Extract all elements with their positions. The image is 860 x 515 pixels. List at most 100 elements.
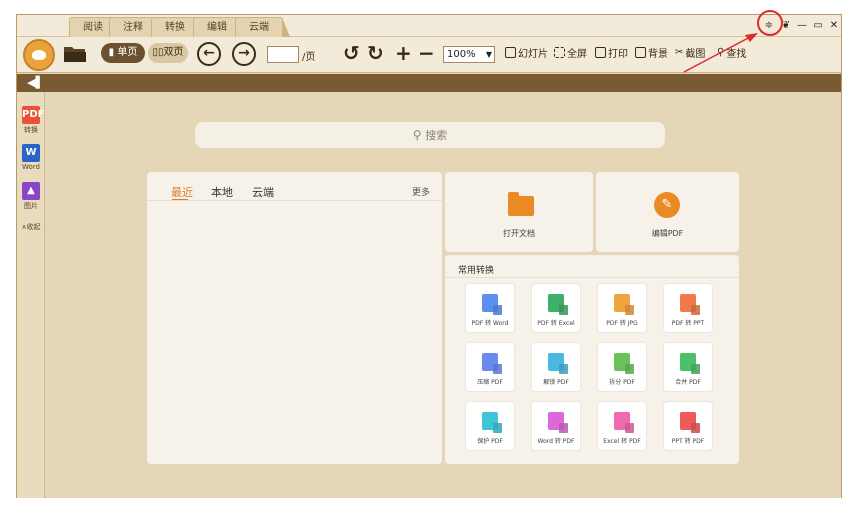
protect-pdf-button[interactable]: 保护 PDF	[465, 401, 515, 451]
zoom-out-button[interactable]: −	[418, 41, 435, 65]
zoom-in-button[interactable]: +	[395, 41, 412, 65]
ppt-file-icon	[680, 294, 696, 312]
rotate-left-button[interactable]: ↺	[343, 41, 360, 65]
sidebar-item-label: 图片	[24, 202, 38, 210]
tab-annotate[interactable]: 注释	[109, 17, 164, 37]
more-link[interactable]: 更多	[412, 185, 430, 198]
pdf-to-word-button[interactable]: PDF 转 Word	[465, 283, 515, 333]
single-page-button[interactable]: ▮ 单页	[101, 43, 145, 63]
tab-edit[interactable]: 编辑	[193, 17, 248, 37]
open-document-label: 打开文档	[503, 229, 535, 238]
title-bar: 阅读 注释 转换 编辑 云端 ≑ ❦ — ▭ ✕	[17, 10, 841, 37]
tab-local[interactable]: 本地	[211, 184, 233, 200]
conversion-label: 保护 PDF	[477, 438, 503, 445]
sidebar-collapse[interactable]: ∧收起	[20, 222, 42, 232]
conversion-label: PDF 转 Excel	[537, 320, 575, 327]
conversion-label: Excel 转 PDF	[603, 438, 641, 445]
open-document-card[interactable]: 打开文档	[445, 172, 593, 252]
close-button[interactable]: ✕	[827, 19, 841, 33]
scissors-icon: ✂	[675, 47, 684, 58]
image-icon: ▲	[22, 182, 40, 200]
search-placeholder: 搜索	[425, 129, 448, 142]
sidebar-item-word[interactable]: W Word	[20, 144, 42, 171]
edit-pdf-label: 编辑PDF	[651, 229, 684, 238]
tab-cloud[interactable]: 云端	[235, 17, 290, 37]
fullscreen-button[interactable]: 全屏	[554, 45, 587, 60]
sidebar: PDF 转换 W Word ▲ 图片 ∧收起	[17, 92, 45, 498]
conversion-label: 解锁 PDF	[543, 379, 569, 386]
word-icon: W	[22, 144, 40, 162]
page-number-input[interactable]	[267, 46, 299, 63]
main-content: ⚲ 搜索 最近 本地 云端 更多 打开文档 ✎ 编辑PDF 常用转换 PDF 转…	[46, 92, 841, 498]
recent-panel: 最近 本地 云端 更多	[147, 172, 442, 464]
image-file-icon	[614, 294, 630, 312]
annotation-circle	[757, 10, 783, 36]
pencil-icon: ✎	[654, 192, 680, 218]
print-icon	[595, 47, 606, 58]
compress-pdf-button[interactable]: 压缩 PDF	[465, 342, 515, 392]
collapse-bar: ◀▌	[17, 74, 841, 92]
search-icon: ⚲	[412, 128, 426, 142]
rotate-right-button[interactable]: ↻	[367, 41, 384, 65]
ppt-to-pdf-button[interactable]: PPT 转 PDF	[663, 401, 713, 451]
double-page-icon: ▯▯	[152, 47, 164, 58]
split-icon	[614, 353, 630, 371]
background-button[interactable]: 背景	[635, 45, 668, 60]
search-icon: ⚲	[717, 47, 725, 58]
find-button[interactable]: ⚲ 查找	[717, 45, 746, 60]
conversion-label: PDF 转 PPT	[671, 320, 705, 327]
conversion-label: PDF 转 Word	[471, 320, 509, 327]
word-to-pdf-button[interactable]: Word 转 PDF	[531, 401, 581, 451]
conversion-label: PDF 转 JPG	[606, 320, 638, 327]
protect-icon	[482, 412, 498, 430]
divider	[147, 200, 442, 201]
sidebar-item-label: Word	[22, 163, 40, 171]
compress-icon	[482, 353, 498, 371]
word-file-icon	[482, 294, 498, 312]
zoom-select[interactable]: 100% ▼	[443, 46, 495, 63]
print-button[interactable]: 打印	[595, 45, 628, 60]
app-window: 阅读 注释 转换 编辑 云端 ≑ ❦ — ▭ ✕ ▮ 单页 ▯▯双页 ← → /…	[16, 10, 842, 498]
merge-pdf-button[interactable]: 合并 PDF	[663, 342, 713, 392]
slideshow-label: 幻灯片	[518, 49, 548, 60]
single-page-label: 单页	[117, 47, 138, 58]
sidebar-item-label: 转换	[24, 126, 38, 134]
split-pdf-button[interactable]: 拆分 PDF	[597, 342, 647, 392]
tab-recent[interactable]: 最近	[171, 184, 193, 200]
maximize-button[interactable]: ▭	[811, 19, 825, 33]
collapse-sidebar-icon[interactable]: ◀▌	[27, 76, 44, 89]
background-label: 背景	[648, 49, 668, 60]
pdf-to-excel-button[interactable]: PDF 转 Excel	[531, 283, 581, 333]
sidebar-item-image[interactable]: ▲ 图片	[20, 182, 42, 211]
double-page-button[interactable]: ▯▯双页	[148, 43, 188, 63]
page-suffix: /页	[302, 52, 316, 63]
slideshow-button[interactable]: 幻灯片	[505, 45, 548, 60]
search-input[interactable]: ⚲ 搜索	[195, 122, 665, 148]
folder-open-icon[interactable]	[63, 45, 87, 63]
excel-to-pdf-button[interactable]: Excel 转 PDF	[597, 401, 647, 451]
edit-pdf-card[interactable]: ✎ 编辑PDF	[596, 172, 739, 252]
tab-cloud-files[interactable]: 云端	[252, 184, 274, 200]
screenshot-button[interactable]: ✂ 截图	[675, 45, 705, 60]
unlock-icon	[548, 353, 564, 371]
ppt-file-icon	[680, 412, 696, 430]
pdf-to-jpg-button[interactable]: PDF 转 JPG	[597, 283, 647, 333]
conversion-label: 拆分 PDF	[609, 379, 635, 386]
app-logo[interactable]	[23, 39, 55, 71]
screenshot-label: 截图	[685, 49, 706, 60]
divider	[445, 277, 739, 278]
folder-icon	[508, 192, 534, 216]
unlock-pdf-button[interactable]: 解锁 PDF	[531, 342, 581, 392]
conversions-title: 常用转换	[458, 266, 495, 276]
conversion-label: 合并 PDF	[675, 379, 701, 386]
word-file-icon	[548, 412, 564, 430]
convert-icon: PDF	[22, 106, 44, 124]
pdf-to-ppt-button[interactable]: PDF 转 PPT	[663, 283, 713, 333]
sidebar-item-convert[interactable]: PDF 转换	[20, 106, 44, 135]
minimize-button[interactable]: —	[795, 19, 809, 33]
excel-file-icon	[548, 294, 564, 312]
toolbar: ▮ 单页 ▯▯双页 ← → /页 ↺ ↻ + − 100% ▼ 幻灯片 全屏 打印…	[17, 37, 841, 73]
back-button[interactable]: ←	[197, 42, 221, 66]
forward-button[interactable]: →	[232, 42, 256, 66]
tab-convert[interactable]: 转换	[151, 17, 206, 37]
